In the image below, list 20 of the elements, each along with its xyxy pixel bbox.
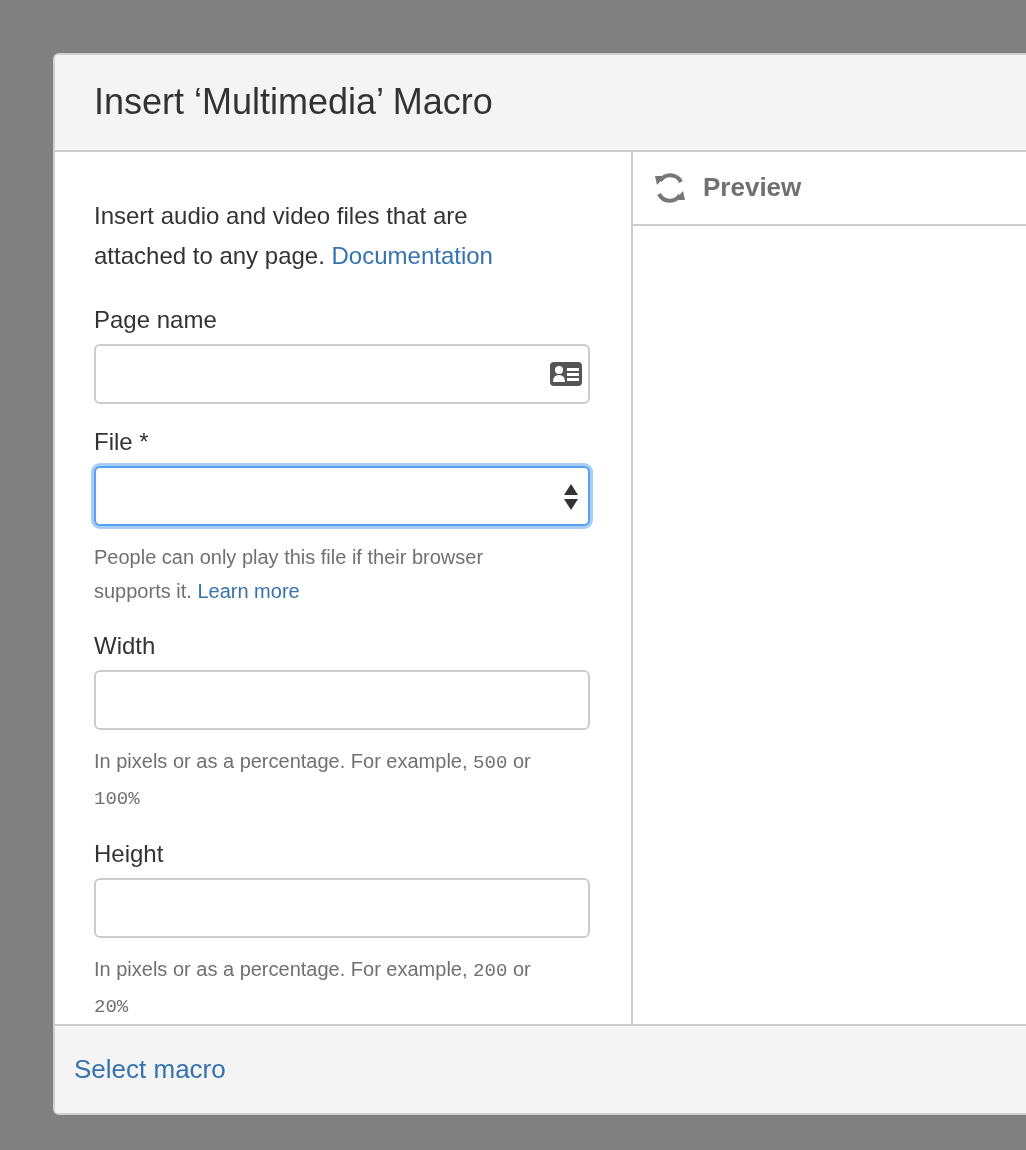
field-label: Width (94, 630, 157, 661)
input-field[interactable] (94, 669, 590, 730)
refresh-icon[interactable] (653, 171, 687, 204)
help-text: In pixels or as a percentage. For example, 500 or 100% (94, 748, 532, 812)
dialog-title: Insert ‘Multimedia’ Macro (94, 80, 493, 125)
field-label: Height (94, 838, 165, 869)
documentation-link[interactable]: Documentation (331, 241, 493, 269)
description-text: Insert audio and video files that are attached to any page. Documentation (94, 200, 494, 271)
select-macro-link[interactable]: Select macro (74, 1049, 226, 1089)
field-label: File * (94, 426, 150, 457)
up-down-arrows-icon (564, 483, 578, 510)
input-field[interactable] (94, 343, 590, 404)
help-text: People can only play this file if their browser supports it. Learn more (94, 544, 485, 604)
help-text: In pixels or as a percentage. For example, 200 or 20% (94, 956, 532, 1020)
input-field[interactable] (94, 877, 590, 938)
learn-more-link[interactable]: Learn more (197, 579, 300, 602)
field-label: Page name (94, 304, 218, 335)
contact-card-icon (550, 361, 582, 386)
file-select[interactable] (94, 465, 590, 526)
preview-title: Preview (703, 171, 802, 204)
